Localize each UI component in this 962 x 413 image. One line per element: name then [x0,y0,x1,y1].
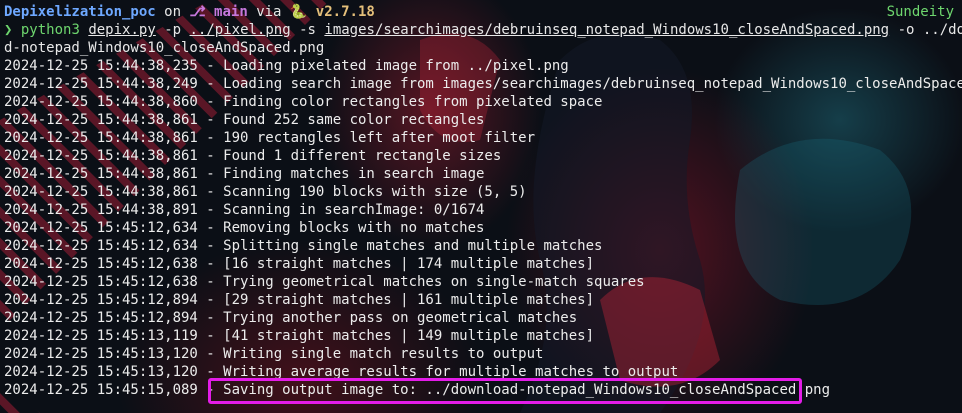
log-line: 2024-12-25 15:44:38,249 - Loading search… [4,76,962,92]
command-output-path-end: d-notepad_Windows10_closeAndSpaced.png [4,40,325,56]
command-flag-p: -p [164,22,182,38]
prompt-on-text: on [164,4,182,20]
log-line: 2024-12-25 15:45:12,634 - Removing block… [4,220,485,236]
prompt-via-text: via [256,4,282,20]
log-line: 2024-12-25 15:44:38,861 - Found 1 differ… [4,148,502,164]
log-line: 2024-12-25 15:44:38,861 - Finding matche… [4,166,485,182]
log-line: 2024-12-25 15:45:12,638 - [16 straight m… [4,256,595,272]
terminal-window[interactable]: Depixelization_poc on ⎇ main via 🐍 v2.7.… [0,0,962,413]
log-line-saving-output: 2024-12-25 15:45:15,089 - Saving output … [4,382,831,398]
log-line: 2024-12-25 15:45:12,638 - Trying geometr… [4,274,645,290]
log-line: 2024-12-25 15:45:13,120 - Writing single… [4,346,544,362]
command-script: depix.py [88,22,156,38]
prompt-user: Sundeity [886,4,954,20]
command-pixel-path: ../pixel.png [189,22,291,38]
log-line: 2024-12-25 15:44:38,235 - Loading pixela… [4,58,569,74]
prompt-python-version: v2.7.18 [315,4,375,20]
log-line: 2024-12-25 15:45:12,894 - [29 straight m… [4,292,595,308]
command-flag-o: -o [897,22,915,38]
prompt-chevron-icon: ❯ [4,22,13,38]
command-search-path: images/searchimages/debruinseq_notepad_W… [324,22,890,38]
python-snake-icon: 🐍 [289,4,308,20]
shell-prompt: Depixelization_poc on ⎇ main via 🐍 v2.7.… [4,3,962,21]
prompt-branch: main [214,4,248,20]
log-line: 2024-12-25 15:45:12,634 - Splitting sing… [4,238,603,254]
git-branch-icon: ⎇ [189,4,206,20]
log-line: 2024-12-25 15:44:38,861 - Found 252 same… [4,112,485,128]
log-line: 2024-12-25 15:44:38,891 - Scanning in se… [4,202,485,218]
command-flag-s: -s [299,22,316,38]
log-line: 2024-12-25 15:44:38,861 - Scanning 190 b… [4,184,527,200]
log-line: 2024-12-25 15:44:38,860 - Finding color … [4,94,603,110]
command-program: python3 [20,22,80,38]
command-line-wrap: d-notepad_Windows10_closeAndSpaced.png [4,39,962,57]
log-line: 2024-12-25 15:45:12,894 - Trying another… [4,310,578,326]
command-output-path-start: ../downloa [922,22,962,38]
log-line: 2024-12-25 15:44:38,861 - 190 rectangles… [4,130,536,146]
terminal-output: Depixelization_poc on ⎇ main via 🐍 v2.7.… [4,3,962,399]
log-line: 2024-12-25 15:45:13,120 - Writing averag… [4,364,679,380]
prompt-directory: Depixelization_poc [4,4,156,20]
command-line[interactable]: ❯ python3 depix.py -p ../pixel.png -s im… [4,21,962,39]
log-line: 2024-12-25 15:45:13,119 - [41 straight m… [4,328,595,344]
